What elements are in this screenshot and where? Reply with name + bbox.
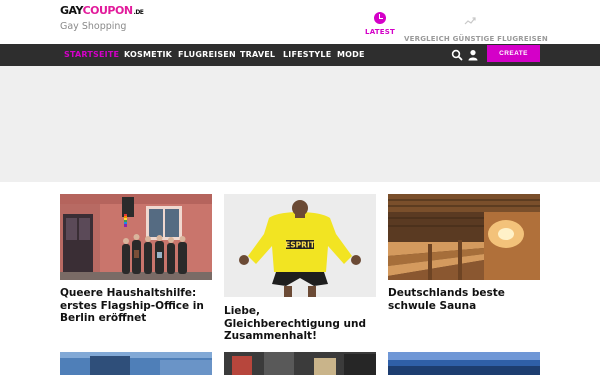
nav-item-kosmetik[interactable]: KOSMETIK (124, 50, 172, 59)
latest-label: LATEST (365, 28, 395, 36)
search-icon[interactable] (451, 49, 463, 61)
trending-link[interactable]: VERGLEICH GÜNSTIGE FLUGREISEN (404, 12, 548, 43)
article-image-row2-3[interactable] (388, 352, 540, 375)
clock-icon (374, 12, 386, 24)
esprit-logo-text: ESPRIT (285, 241, 316, 250)
banner-placeholder (0, 66, 600, 182)
article-title-sauna[interactable]: Deutschlands beste schwule Sauna (388, 287, 542, 312)
user-icon[interactable] (467, 49, 479, 61)
article-image-row2-2[interactable] (224, 352, 376, 375)
logo-text-accent: COUPON (82, 4, 133, 17)
logo-text: GAYCOUPON (60, 4, 133, 17)
site-logo[interactable]: GAYCOUPON.DE Gay Shopping (60, 4, 144, 33)
nav-item-startseite[interactable]: STARTSEITE (64, 50, 119, 59)
article-image-row2-1[interactable] (60, 352, 212, 375)
nav-item-travel[interactable]: TRAVEL (240, 50, 275, 59)
article-title-esprit[interactable]: Liebe, Gleichberechtigung und Zusammenha… (224, 305, 378, 343)
site-header: GAYCOUPON.DE Gay Shopping LATEST VERGLEI… (0, 0, 600, 44)
nav-item-flugreisen[interactable]: FLUGREISEN (178, 50, 236, 59)
article-image-haushaltshilfe[interactable] (60, 194, 212, 280)
logo-tagline: Gay Shopping (60, 21, 127, 32)
logo-wordmark: GAYCOUPON.DE (60, 4, 144, 20)
create-button[interactable]: CREATE (487, 45, 540, 62)
trending-label: VERGLEICH GÜNSTIGE FLUGREISEN (404, 35, 548, 43)
nav-item-lifestyle[interactable]: LIFESTYLE (283, 50, 331, 59)
trending-icon (464, 17, 476, 25)
logo-tld: .DE (133, 9, 144, 16)
latest-link[interactable]: LATEST (360, 12, 400, 36)
article-title-haushaltshilfe[interactable]: Queere Haushaltshilfe: erstes Flagship-O… (60, 287, 214, 325)
nav-item-mode[interactable]: MODE (337, 50, 365, 59)
article-image-sauna[interactable] (388, 194, 540, 280)
article-image-esprit[interactable]: ESPRIT (224, 194, 376, 297)
